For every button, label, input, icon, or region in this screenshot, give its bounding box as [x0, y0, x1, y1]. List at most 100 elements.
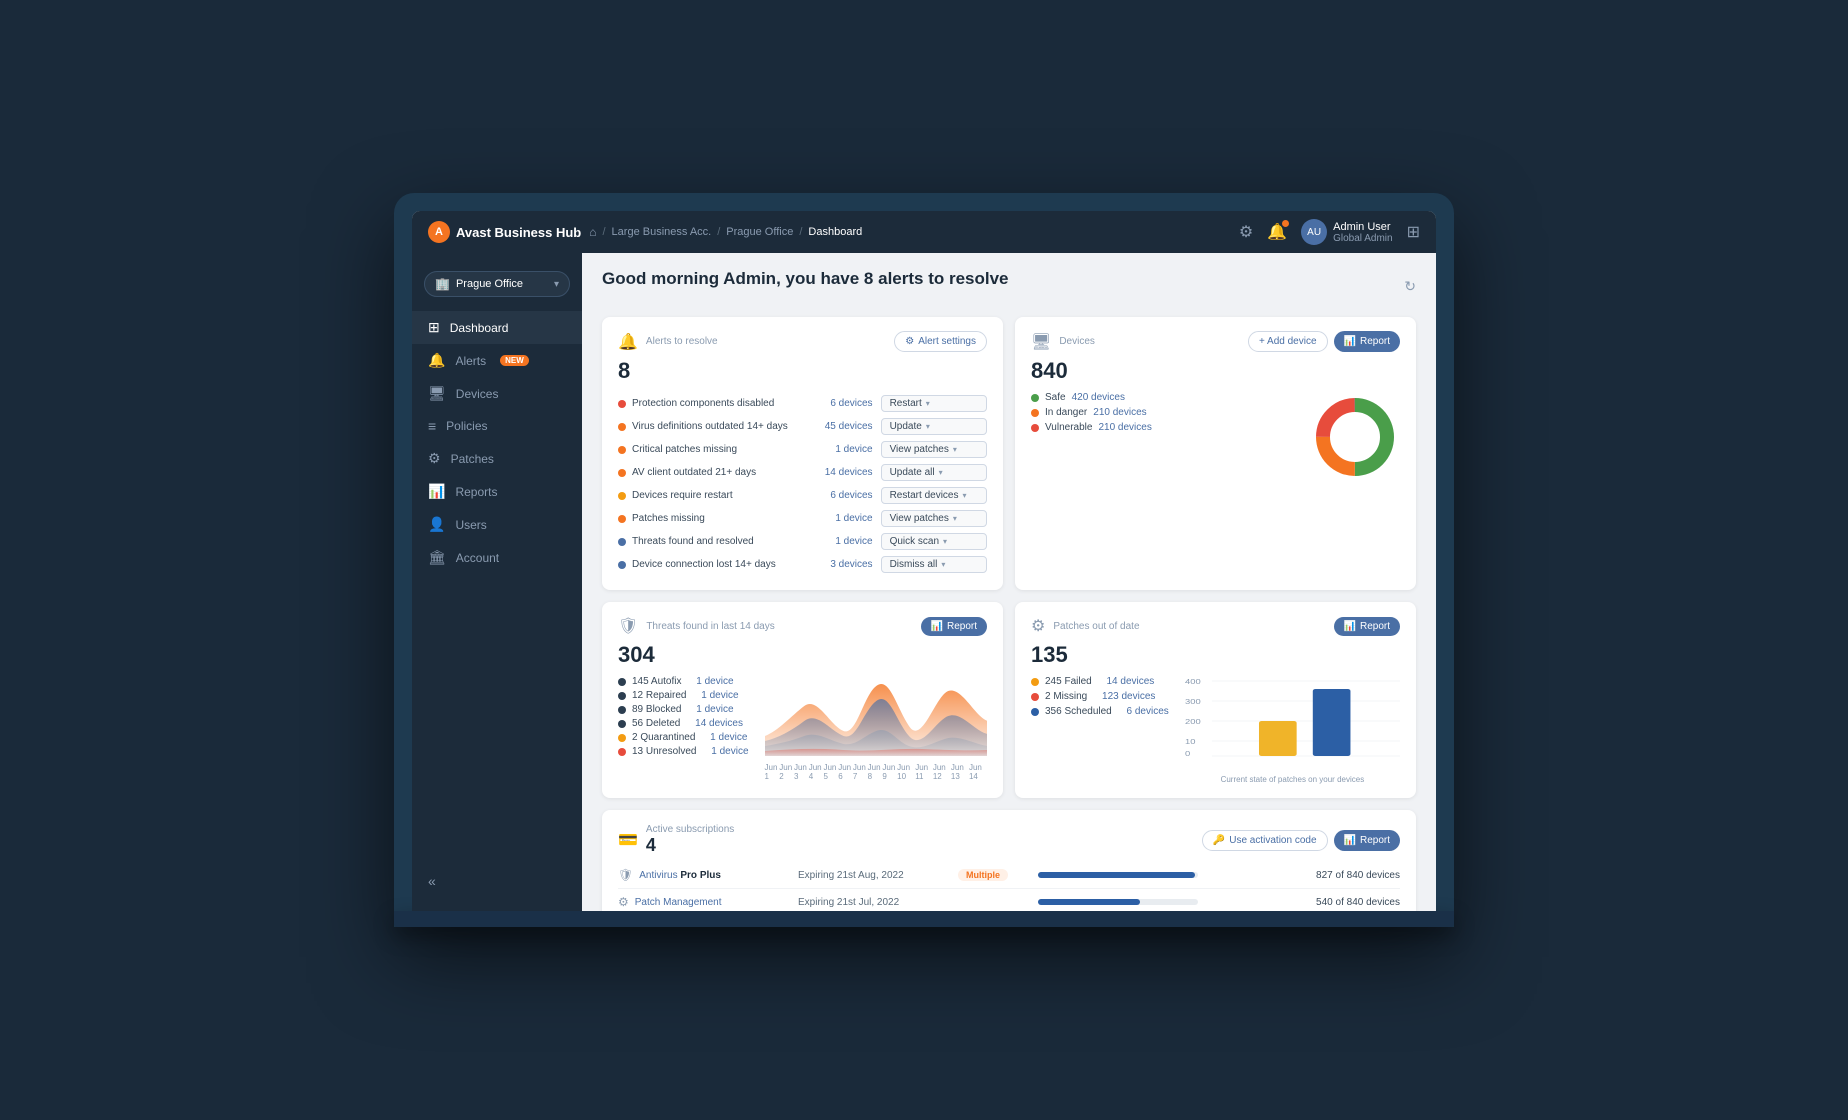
- sidebar-item-label: Users: [455, 518, 486, 532]
- alert-dot: [618, 423, 626, 431]
- subscription-card-icon: 💳: [618, 830, 638, 850]
- alert-action-button[interactable]: View patches ▾: [881, 441, 987, 458]
- app-name: Avast Business Hub: [456, 225, 581, 240]
- alerts-count: 8: [618, 358, 987, 384]
- settings-icon[interactable]: ⚙: [1239, 222, 1253, 242]
- sidebar-item-reports[interactable]: 📊 Reports: [412, 475, 582, 508]
- alert-action-button[interactable]: Update ▾: [881, 418, 987, 435]
- alert-dot: [618, 492, 626, 500]
- devices-stats-list: Safe 420 devices In danger 210 devices: [1031, 392, 1290, 437]
- user-role: Global Admin: [1333, 233, 1392, 244]
- threats-report-button[interactable]: 📊 Report: [921, 617, 987, 636]
- alert-text: Threats found and resolved: [632, 536, 754, 547]
- subscriptions-label: Active subscriptions: [646, 824, 734, 835]
- alert-action-button[interactable]: Update all ▾: [881, 464, 987, 481]
- alerts-card: 🔔 Alerts to resolve ⚙ Alert settings 8: [602, 317, 1003, 590]
- sidebar-item-label: Account: [456, 551, 499, 565]
- refresh-icon[interactable]: ↻: [1404, 278, 1416, 295]
- chart-x-labels: Jun 1Jun 2Jun 3Jun 4Jun 5Jun 6Jun 7Jun 8…: [765, 763, 987, 781]
- subscriptions-count: 4: [646, 835, 734, 856]
- subscriptions-card: 💳 Active subscriptions 4 🔑 Use activatio…: [602, 810, 1416, 911]
- sidebar-item-account[interactable]: 🏛 Account: [412, 541, 582, 574]
- office-name: Prague Office: [456, 278, 523, 290]
- shield-icon: 🛡: [618, 616, 638, 636]
- sub-device-count: 540 of 840 devices: [1218, 889, 1400, 912]
- users-icon: 👤: [428, 516, 445, 533]
- devices-label: Devices: [1059, 336, 1095, 347]
- avast-icon: A: [428, 221, 450, 243]
- office-icon: 🏢: [435, 277, 450, 291]
- sub-device-count: 827 of 840 devices: [1218, 862, 1400, 889]
- devices-report-button[interactable]: 📊 Report: [1334, 331, 1400, 352]
- sidebar-item-label: Reports: [455, 485, 497, 499]
- alert-action-button[interactable]: Dismiss all ▾: [881, 556, 987, 573]
- apps-icon[interactable]: ⊞: [1407, 222, 1420, 242]
- vulnerable-devices-link[interactable]: 210 devices: [1098, 422, 1151, 433]
- sub-type-icon: 🛡: [618, 868, 633, 882]
- alert-device-link[interactable]: 1 device: [835, 513, 872, 524]
- sidebar-item-patches[interactable]: ⚙ Patches: [412, 442, 582, 475]
- sidebar: 🏢 Prague Office ▾ ⊞ Dashboard 🔔 Alerts N…: [412, 253, 582, 911]
- settings-small-icon: ⚙: [905, 336, 914, 347]
- alert-device-link[interactable]: 3 devices: [830, 559, 872, 570]
- breadcrumb-large-business[interactable]: Large Business Acc.: [612, 226, 712, 238]
- alert-action-button[interactable]: Restart devices ▾: [881, 487, 987, 504]
- alert-text: Patches missing: [632, 513, 705, 524]
- alert-action-button[interactable]: Quick scan ▾: [881, 533, 987, 550]
- sidebar-item-label: Patches: [451, 452, 494, 466]
- subscriptions-report-button[interactable]: 📊 Report: [1334, 830, 1400, 851]
- devices-donut-chart: [1310, 392, 1400, 482]
- alert-settings-button[interactable]: ⚙ Alert settings: [894, 331, 987, 352]
- key-icon: 🔑: [1213, 835, 1225, 846]
- alert-dot: [618, 469, 626, 477]
- alert-text: Devices require restart: [632, 490, 733, 501]
- alert-device-link[interactable]: 6 devices: [830, 490, 872, 501]
- alert-device-link[interactable]: 45 devices: [825, 421, 873, 432]
- use-activation-code-button[interactable]: 🔑 Use activation code: [1202, 830, 1328, 851]
- patches-label: Patches out of date: [1053, 621, 1139, 632]
- svg-text:10: 10: [1185, 737, 1196, 745]
- patches-count: 135: [1031, 642, 1400, 668]
- danger-dot: [1031, 409, 1039, 417]
- threats-area-chart: [765, 676, 987, 756]
- alert-device-link[interactable]: 1 device: [835, 444, 872, 455]
- alert-text: AV client outdated 21+ days: [632, 467, 756, 478]
- patches-card: ⚙ Patches out of date 📊 Report 135 24: [1015, 602, 1416, 798]
- page-title: Good morning Admin, you have 8 alerts to…: [602, 269, 1009, 289]
- svg-text:0: 0: [1185, 749, 1191, 757]
- alert-dot: [618, 400, 626, 408]
- alert-dot: [618, 515, 626, 523]
- sub-name-text: Antivirus Pro Plus: [639, 870, 721, 881]
- report-chart-icon: 📊: [931, 621, 943, 632]
- patches-stats: 245 Failed 14 devices 2 Missing 123 devi…: [1031, 676, 1169, 784]
- vulnerable-dot: [1031, 424, 1039, 432]
- sidebar-item-users[interactable]: 👤 Users: [412, 508, 582, 541]
- safe-devices-link[interactable]: 420 devices: [1072, 392, 1125, 403]
- danger-devices-link[interactable]: 210 devices: [1093, 407, 1146, 418]
- account-icon: 🏛: [428, 549, 446, 566]
- alert-dot: [618, 538, 626, 546]
- alert-action-button[interactable]: Restart ▾: [881, 395, 987, 412]
- add-device-button[interactable]: + Add device: [1248, 331, 1328, 352]
- alert-action-button[interactable]: View patches ▾: [881, 510, 987, 527]
- alert-device-link[interactable]: 1 device: [835, 536, 872, 547]
- new-badge: NEW: [500, 355, 529, 366]
- office-selector[interactable]: 🏢 Prague Office ▾: [424, 271, 570, 297]
- sub-expiry: Expiring 21st Aug, 2022: [798, 870, 904, 881]
- progress-fill: [1038, 899, 1140, 905]
- devices-card: 🖥 Devices + Add device 📊 Report: [1015, 317, 1416, 590]
- patches-report-button[interactable]: 📊 Report: [1334, 617, 1400, 636]
- collapse-sidebar-button[interactable]: «: [428, 873, 436, 889]
- safe-dot: [1031, 394, 1039, 402]
- sidebar-item-devices[interactable]: 🖥 Devices: [412, 377, 582, 410]
- sub-name-text: Patch Management: [635, 897, 722, 908]
- sidebar-item-alerts[interactable]: 🔔 Alerts NEW: [412, 344, 582, 377]
- sidebar-item-policies[interactable]: ≡ Policies: [412, 410, 582, 442]
- alert-device-link[interactable]: 6 devices: [830, 398, 872, 409]
- sidebar-item-dashboard[interactable]: ⊞ Dashboard: [412, 311, 582, 344]
- alert-device-link[interactable]: 14 devices: [825, 467, 873, 478]
- breadcrumb-prague-office[interactable]: Prague Office: [726, 226, 793, 238]
- sidebar-item-label: Policies: [446, 419, 487, 433]
- alert-dot: [618, 446, 626, 454]
- alert-bell-icon[interactable]: 🔔: [1267, 222, 1287, 242]
